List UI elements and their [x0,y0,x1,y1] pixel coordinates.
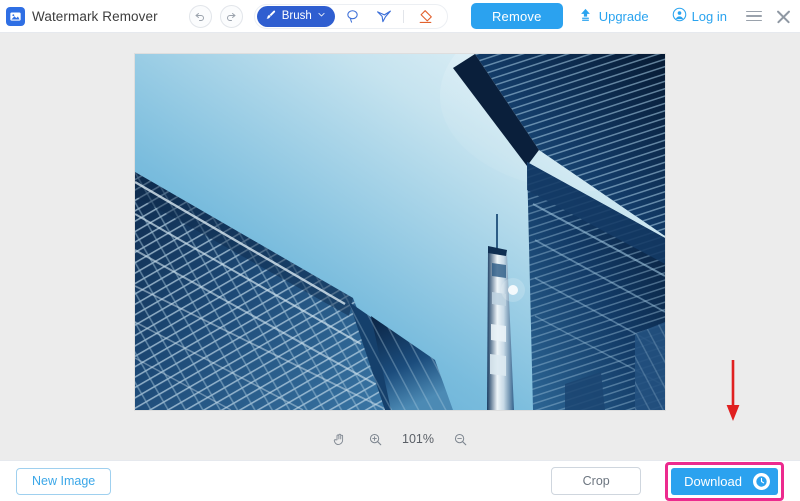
photo-icon [6,6,25,26]
download-button[interactable]: Download [671,467,778,495]
download-highlight-box: Download [665,461,784,501]
hamburger-menu-icon[interactable] [746,8,762,24]
brand: Watermark Remover [6,6,158,26]
clock-icon [753,472,770,490]
crop-label: Crop [582,474,610,488]
login-label: Log in [691,8,727,24]
lasso-icon[interactable] [340,5,366,28]
header-right-actions: Upgrade Log in [578,7,792,25]
polygon-lasso-icon[interactable] [371,5,397,28]
brush-tool-button[interactable]: Brush [256,5,335,27]
app-header: Watermark Remover Brush Remove Upgrade L… [0,0,800,33]
history-controls [188,4,243,28]
zoom-toolbar: 101% [0,426,800,452]
undo-arrow-icon[interactable] [188,4,212,28]
hand-pan-icon[interactable] [330,430,349,449]
tool-group: Brush [253,3,448,29]
zoom-in-icon[interactable] [366,430,385,449]
eraser-icon[interactable] [413,5,439,28]
watermark-remover-app: Watermark Remover Brush Remove Upgrade L… [0,0,800,501]
new-image-button[interactable]: New Image [16,467,112,495]
upgrade-button[interactable]: Upgrade [578,7,649,25]
remove-button-label: Remove [491,8,542,24]
download-label: Download [684,473,742,489]
close-icon[interactable] [775,8,792,25]
upgrade-label: Upgrade [598,8,649,24]
redo-arrow-icon[interactable] [219,4,243,28]
brush-tool-label: Brush [281,10,312,22]
editor-canvas[interactable]: 101% [0,33,800,460]
user-avatar-icon [672,7,687,25]
app-title: Watermark Remover [32,8,158,24]
zoom-out-icon[interactable] [451,430,470,449]
image-frame [135,54,665,410]
login-button[interactable]: Log in [672,7,727,25]
zoom-level-value: 101% [402,432,434,446]
footer-right-actions: Crop Download [551,461,784,501]
brush-icon [265,9,277,24]
chevron-down-icon [317,10,326,22]
upload-upgrade-icon [578,7,593,25]
app-footer: New Image Crop Download [0,460,800,501]
skyscrapers-looking-up-image[interactable] [135,54,665,410]
remove-button[interactable]: Remove [470,3,563,29]
crop-button[interactable]: Crop [551,467,642,495]
tool-divider [402,9,404,23]
red-down-arrow-icon [725,360,741,422]
new-image-label: New Image [32,474,96,488]
